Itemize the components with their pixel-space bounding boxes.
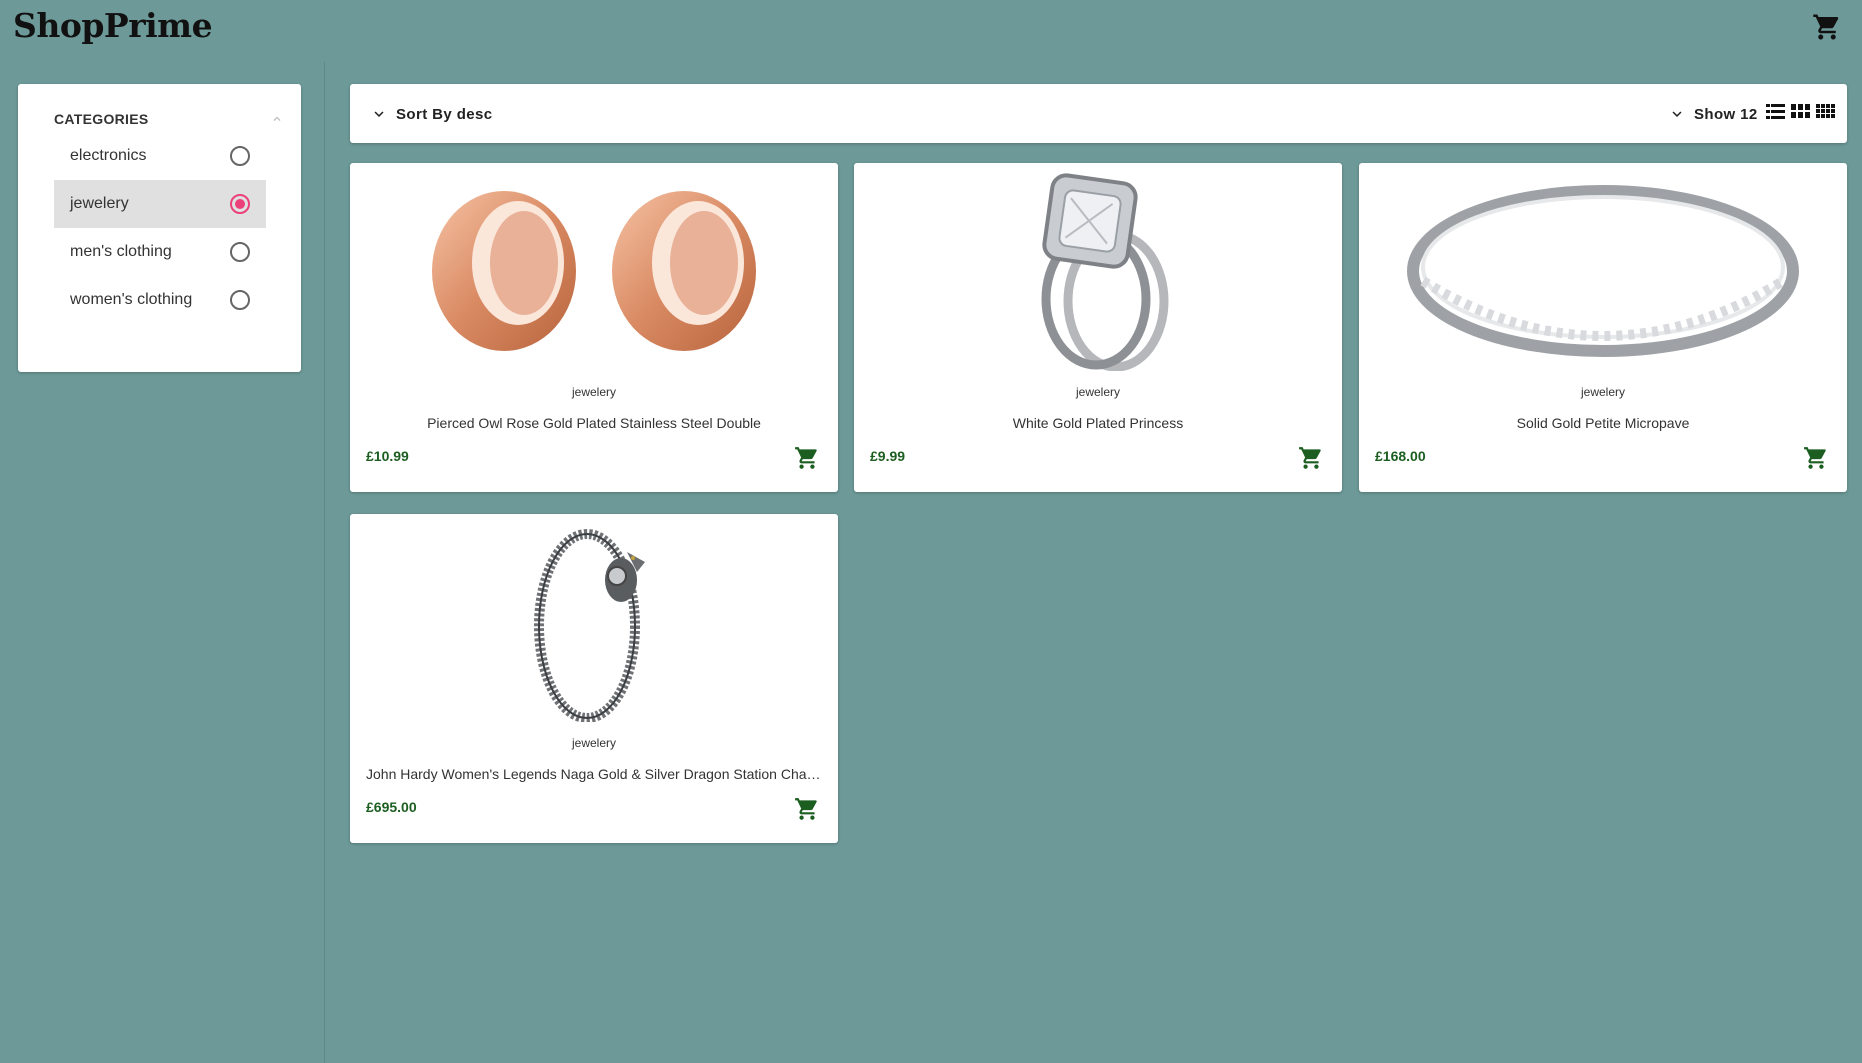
product-price: £168.00 [1375,448,1426,464]
grid-view-icon[interactable] [1791,103,1810,120]
product-title[interactable]: Solid Gold Petite Micropave [1375,415,1831,431]
product-title[interactable]: John Hardy Women's Legends Naga Gold & S… [366,766,822,782]
category-radio[interactable] [230,146,250,166]
product-price: £10.99 [366,448,409,464]
product-image[interactable] [350,522,838,722]
product-card[interactable]: jewelery White Gold Plated Princess £9.9… [854,163,1342,492]
categories-header[interactable]: CATEGORIES [54,106,284,132]
chevron-down-icon [374,111,384,117]
categories-title: CATEGORIES [54,111,149,127]
add-to-cart-icon[interactable] [1298,445,1324,471]
header-cart-icon[interactable] [1812,12,1842,42]
category-label: women's clothing [70,291,193,308]
dragon-bracelet-image [534,529,645,722]
product-image[interactable] [350,171,838,371]
product-category: jewelery [1580,385,1625,399]
app-logo[interactable]: ShopPrime [13,6,213,45]
product-card[interactable]: jewelery Pierced Owl Rose Gold Plated St… [350,163,838,492]
app-header: ShopPrime [0,0,1862,60]
product-card[interactable]: jewelery Solid Gold Petite Micropave £16… [1359,163,1847,492]
product-price: £695.00 [366,799,417,815]
product-card[interactable]: jewelery John Hardy Women's Legends Naga… [350,514,838,843]
silver-band-image [1407,185,1799,357]
category-radio[interactable] [230,290,250,310]
category-item-jewelery[interactable]: jewelery [54,180,266,228]
chevron-down-icon [1672,111,1682,117]
product-image[interactable] [854,171,1342,371]
sort-dropdown[interactable]: Sort By desc [370,102,493,126]
add-to-cart-icon[interactable] [794,796,820,822]
category-label: men's clothing [70,243,172,260]
list-view-icon[interactable] [1766,103,1785,120]
category-item-mens-clothing[interactable]: men's clothing [54,228,266,276]
category-list: electronics jewelery men's clothing wome… [54,132,266,324]
product-category: jewelery [1075,385,1120,399]
add-to-cart-icon[interactable] [1803,445,1829,471]
product-title[interactable]: White Gold Plated Princess [870,415,1326,431]
show-count-label: Show 12 [1694,105,1758,123]
layout-divider [324,62,325,1063]
product-category: jewelery [571,736,616,750]
view-toggle-group [1766,103,1835,120]
add-to-cart-icon[interactable] [794,445,820,471]
category-radio[interactable] [230,194,250,214]
category-label: electronics [70,147,147,164]
compact-grid-view-icon[interactable] [1816,103,1835,120]
product-category: jewelery [571,385,616,399]
product-price: £9.99 [870,448,906,464]
categories-panel: CATEGORIES electronics jewelery men's cl… [18,84,301,372]
product-title[interactable]: Pierced Owl Rose Gold Plated Stainless S… [366,415,822,431]
category-item-electronics[interactable]: electronics [54,132,266,180]
category-item-womens-clothing[interactable]: women's clothing [54,276,266,324]
category-label: jewelery [70,195,129,212]
category-radio[interactable] [230,242,250,262]
product-image[interactable] [1359,171,1847,371]
sort-label: Sort By desc [396,105,493,123]
chevron-up-icon[interactable] [270,112,284,126]
show-count-dropdown[interactable]: Show 12 [1668,102,1758,126]
product-toolbar: Sort By desc Show 12 [350,84,1847,143]
rose-gold-plugs-image [432,191,756,351]
diamond-ring-image [1041,173,1169,371]
